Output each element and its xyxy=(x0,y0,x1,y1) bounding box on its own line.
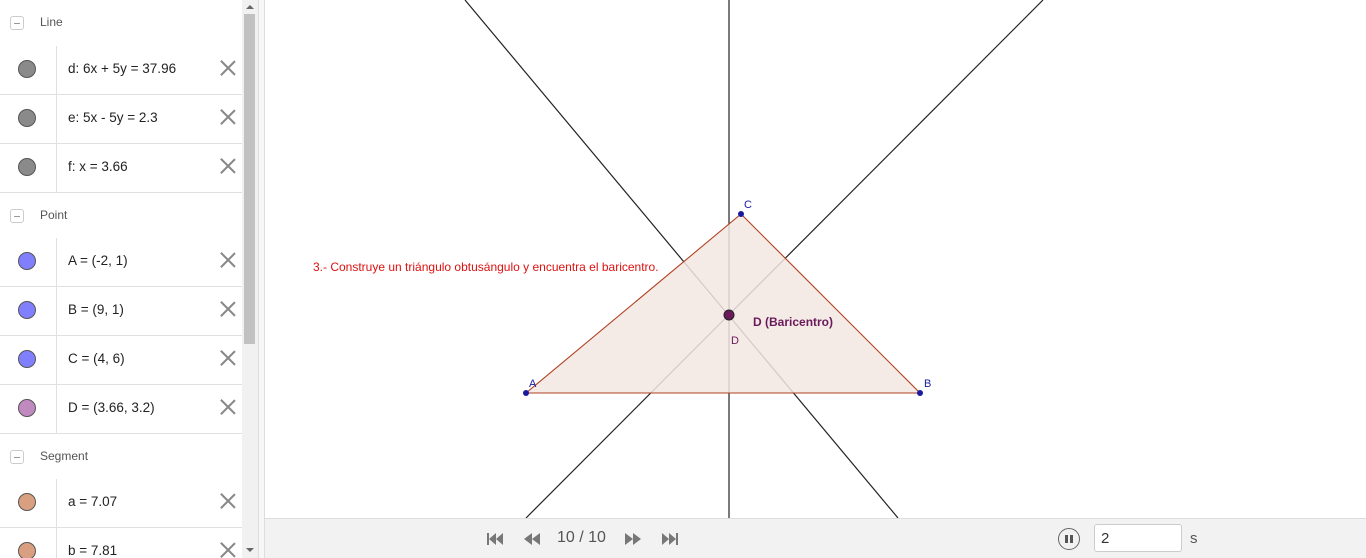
triangle-polygon[interactable] xyxy=(526,214,920,393)
marble-icon[interactable] xyxy=(18,109,36,127)
algebra-expression[interactable]: b = 7.81 xyxy=(68,543,117,558)
marble-icon[interactable] xyxy=(18,158,36,176)
algebra-expression[interactable]: e: 5x - 5y = 2.3 xyxy=(68,110,158,125)
delete-icon[interactable] xyxy=(218,348,238,368)
line-d[interactable] xyxy=(464,0,899,518)
pause-icon xyxy=(1065,535,1068,543)
group-title: Line xyxy=(40,15,63,29)
label-B: B xyxy=(924,378,931,390)
algebra-item-d[interactable]: d: 6x + 5y = 37.96 xyxy=(0,46,242,95)
marble-icon[interactable] xyxy=(18,301,36,319)
slide-indicator: 10 / 10 xyxy=(557,529,606,546)
collapse-icon[interactable] xyxy=(10,209,24,223)
delete-icon[interactable] xyxy=(218,107,238,127)
scroll-down-icon[interactable] xyxy=(246,548,254,552)
marble-icon[interactable] xyxy=(18,60,36,78)
label-A: A xyxy=(529,378,537,390)
graphics-view[interactable]: A B C D D (Baricentro) 3.- Construye un … xyxy=(265,0,1366,518)
visibility-toggle[interactable] xyxy=(0,385,57,433)
algebra-item-C[interactable]: C = (4, 6) xyxy=(0,336,242,385)
algebra-expression[interactable]: a = 7.07 xyxy=(68,494,117,509)
delete-icon[interactable] xyxy=(218,397,238,417)
visibility-toggle[interactable] xyxy=(0,238,57,286)
group-header-segment[interactable]: Segment xyxy=(0,434,242,481)
delete-icon[interactable] xyxy=(218,156,238,176)
delete-icon[interactable] xyxy=(218,58,238,78)
first-slide-icon[interactable] xyxy=(486,531,504,547)
scroll-thumb[interactable] xyxy=(244,14,255,344)
algebra-expression[interactable]: B = (9, 1) xyxy=(68,302,124,317)
marble-icon[interactable] xyxy=(18,399,36,417)
point-C[interactable] xyxy=(738,211,744,217)
algebra-item-B[interactable]: B = (9, 1) xyxy=(0,287,242,336)
marble-icon[interactable] xyxy=(18,542,36,558)
next-slide-icon[interactable] xyxy=(624,531,642,547)
last-slide-icon[interactable] xyxy=(661,531,679,547)
pause-button[interactable] xyxy=(1058,528,1080,550)
scroll-up-icon[interactable] xyxy=(246,5,254,9)
collapse-icon[interactable] xyxy=(10,16,24,30)
collapse-icon[interactable] xyxy=(10,450,24,464)
delete-icon[interactable] xyxy=(218,540,238,558)
group-header-point[interactable]: Point xyxy=(0,193,242,240)
algebra-item-a[interactable]: a = 7.07 xyxy=(0,479,242,528)
delete-icon[interactable] xyxy=(218,491,238,511)
group-title: Point xyxy=(40,208,68,222)
label-C: C xyxy=(744,199,752,211)
algebra-view: Line d: 6x + 5y = 37.96 e: 5x - 5y = 2.3… xyxy=(0,0,242,558)
algebra-item-b[interactable]: b = 7.81 xyxy=(0,528,242,558)
view-splitter[interactable] xyxy=(258,0,265,558)
algebra-item-e[interactable]: e: 5x - 5y = 2.3 xyxy=(0,95,242,144)
pause-icon-bar xyxy=(1070,535,1073,543)
algebra-item-D[interactable]: D = (3.66, 3.2) xyxy=(0,385,242,434)
slide-navigation-bar: 10 / 10 s xyxy=(265,518,1366,558)
group-title: Segment xyxy=(40,449,89,463)
visibility-toggle[interactable] xyxy=(0,287,57,335)
algebra-expression[interactable]: C = (4, 6) xyxy=(68,351,125,366)
algebra-expression[interactable]: f: x = 3.66 xyxy=(68,159,128,174)
algebra-expression[interactable]: d: 6x + 5y = 37.96 xyxy=(68,61,176,76)
marble-icon[interactable] xyxy=(18,252,36,270)
point-D[interactable] xyxy=(723,309,735,321)
instruction-text: 3.- Construye un triángulo obtusángulo y… xyxy=(313,260,659,274)
visibility-toggle[interactable] xyxy=(0,46,57,94)
group-header-line[interactable]: Line xyxy=(0,0,242,47)
delete-icon[interactable] xyxy=(218,250,238,270)
algebra-item-f[interactable]: f: x = 3.66 xyxy=(0,144,242,193)
visibility-toggle[interactable] xyxy=(0,479,57,527)
point-A[interactable] xyxy=(523,390,529,396)
marble-icon[interactable] xyxy=(18,493,36,511)
point-B[interactable] xyxy=(917,390,923,396)
algebra-item-A[interactable]: A = (-2, 1) xyxy=(0,238,242,287)
visibility-toggle[interactable] xyxy=(0,528,57,558)
speed-unit-label: s xyxy=(1190,530,1198,547)
algebra-scrollbar[interactable] xyxy=(242,0,258,558)
speed-input[interactable] xyxy=(1094,524,1182,552)
algebra-expression[interactable]: A = (-2, 1) xyxy=(68,253,128,268)
visibility-toggle[interactable] xyxy=(0,144,57,192)
visibility-toggle[interactable] xyxy=(0,95,57,143)
delete-icon[interactable] xyxy=(218,299,238,319)
marble-icon[interactable] xyxy=(18,350,36,368)
label-D: D xyxy=(731,335,739,347)
visibility-toggle[interactable] xyxy=(0,336,57,384)
algebra-expression[interactable]: D = (3.66, 3.2) xyxy=(68,400,155,415)
centroid-caption: D (Baricentro) xyxy=(753,315,833,329)
previous-slide-icon[interactable] xyxy=(523,531,541,547)
